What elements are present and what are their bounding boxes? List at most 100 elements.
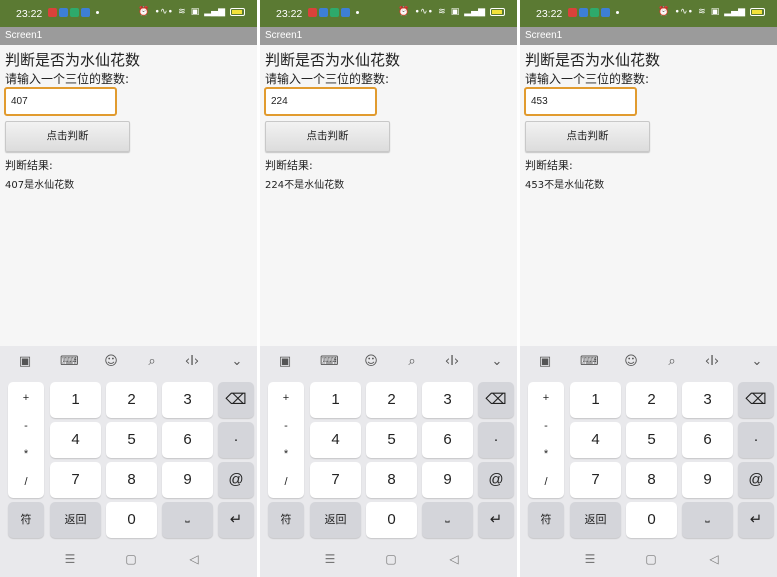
digit-key[interactable]: 7 [570,462,621,498]
return-key[interactable]: 返回 [570,502,621,538]
digit-key[interactable]: 4 [570,422,621,458]
backspace-key[interactable]: ⌫ [738,382,774,418]
dot-key[interactable]: · [218,422,254,458]
home-icon[interactable]: ▢ [121,552,141,566]
search-icon[interactable]: ⌕ [143,353,161,371]
check-button[interactable]: 点击判断 [525,121,650,152]
symbol-key[interactable]: * [268,448,304,460]
digit-key[interactable]: 7 [310,462,361,498]
digit-key[interactable]: 5 [626,422,677,458]
digit-key[interactable]: 9 [162,462,213,498]
space-key[interactable]: ⎵ [682,502,733,538]
digit-key[interactable]: 6 [162,422,213,458]
menu-icon[interactable]: ☰ [320,552,340,566]
home-icon[interactable]: ▢ [381,552,401,566]
digit-key-zero[interactable]: 0 [366,502,417,538]
back-icon[interactable]: ◁ [704,552,724,566]
digit-key[interactable]: 9 [682,462,733,498]
space-key[interactable]: ⎵ [162,502,213,538]
symbols-key[interactable]: 符 [8,502,44,538]
back-icon[interactable]: ◁ [184,552,204,566]
digit-key[interactable]: 7 [50,462,101,498]
at-key[interactable]: @ [478,462,514,498]
enter-key[interactable]: ↵ [478,502,514,538]
digit-key[interactable]: 6 [682,422,733,458]
symbol-key[interactable]: - [528,420,564,432]
back-icon[interactable]: ◁ [444,552,464,566]
digit-key[interactable]: 5 [106,422,157,458]
digit-key[interactable]: 6 [422,422,473,458]
space-key[interactable]: ⎵ [422,502,473,538]
symbol-key[interactable]: * [528,448,564,460]
digit-key[interactable]: 3 [162,382,213,418]
digit-key[interactable]: 1 [570,382,621,418]
menu-icon[interactable]: ☰ [60,552,80,566]
clipboard-icon[interactable]: ▣ [536,353,554,371]
number-input[interactable]: 407 [4,87,117,116]
vibrate-icon: ∙∿∙ [674,7,694,17]
symbol-key[interactable]: + [528,392,564,404]
chevron-down-icon[interactable]: ⌄ [228,353,246,371]
digit-key[interactable]: 3 [682,382,733,418]
digit-key[interactable]: 2 [626,382,677,418]
digit-key-zero[interactable]: 0 [626,502,677,538]
symbol-key[interactable]: / [528,476,564,488]
digit-key[interactable]: 2 [106,382,157,418]
symbol-column[interactable]: + - * / [528,382,564,498]
dot-key[interactable]: · [478,422,514,458]
digit-key[interactable]: 4 [310,422,361,458]
digit-key[interactable]: 4 [50,422,101,458]
return-key[interactable]: 返回 [310,502,361,538]
clipboard-icon[interactable]: ▣ [276,353,294,371]
at-key[interactable]: @ [218,462,254,498]
digit-key[interactable]: 1 [310,382,361,418]
symbol-column[interactable]: + - * / [8,382,44,498]
search-icon[interactable]: ⌕ [663,353,681,371]
emoji-icon[interactable]: ☺ [102,353,120,371]
digit-key[interactable]: 8 [106,462,157,498]
backspace-key[interactable]: ⌫ [478,382,514,418]
cursor-icon[interactable]: ‹I› [703,353,721,371]
digit-key[interactable]: 9 [422,462,473,498]
symbol-key[interactable]: + [268,392,304,404]
backspace-key[interactable]: ⌫ [218,382,254,418]
enter-key[interactable]: ↵ [738,502,774,538]
emoji-icon[interactable]: ☺ [362,353,380,371]
symbols-key[interactable]: 符 [268,502,304,538]
digit-key[interactable]: 1 [50,382,101,418]
keyboard-icon[interactable]: ⌨ [60,353,79,371]
return-key[interactable]: 返回 [50,502,101,538]
cursor-icon[interactable]: ‹I› [443,353,461,371]
chevron-down-icon[interactable]: ⌄ [488,353,506,371]
digit-key-zero[interactable]: 0 [106,502,157,538]
dot-key[interactable]: · [738,422,774,458]
chevron-down-icon[interactable]: ⌄ [748,353,766,371]
digit-key[interactable]: 5 [366,422,417,458]
symbol-key[interactable]: + [8,392,44,404]
clipboard-icon[interactable]: ▣ [16,353,34,371]
number-input[interactable]: 453 [524,87,637,116]
number-input[interactable]: 224 [264,87,377,116]
digit-key[interactable]: 8 [366,462,417,498]
at-key[interactable]: @ [738,462,774,498]
menu-icon[interactable]: ☰ [580,552,600,566]
digit-key[interactable]: 3 [422,382,473,418]
symbol-key[interactable]: - [268,420,304,432]
keyboard-icon[interactable]: ⌨ [320,353,339,371]
emoji-icon[interactable]: ☺ [622,353,640,371]
check-button[interactable]: 点击判断 [5,121,130,152]
cursor-icon[interactable]: ‹I› [183,353,201,371]
symbol-key[interactable]: / [268,476,304,488]
symbol-key[interactable]: / [8,476,44,488]
check-button[interactable]: 点击判断 [265,121,390,152]
search-icon[interactable]: ⌕ [403,353,421,371]
keyboard-icon[interactable]: ⌨ [580,353,599,371]
enter-key[interactable]: ↵ [218,502,254,538]
symbol-key[interactable]: * [8,448,44,460]
symbol-key[interactable]: - [8,420,44,432]
digit-key[interactable]: 8 [626,462,677,498]
symbols-key[interactable]: 符 [528,502,564,538]
home-icon[interactable]: ▢ [641,552,661,566]
symbol-column[interactable]: + - * / [268,382,304,498]
digit-key[interactable]: 2 [366,382,417,418]
